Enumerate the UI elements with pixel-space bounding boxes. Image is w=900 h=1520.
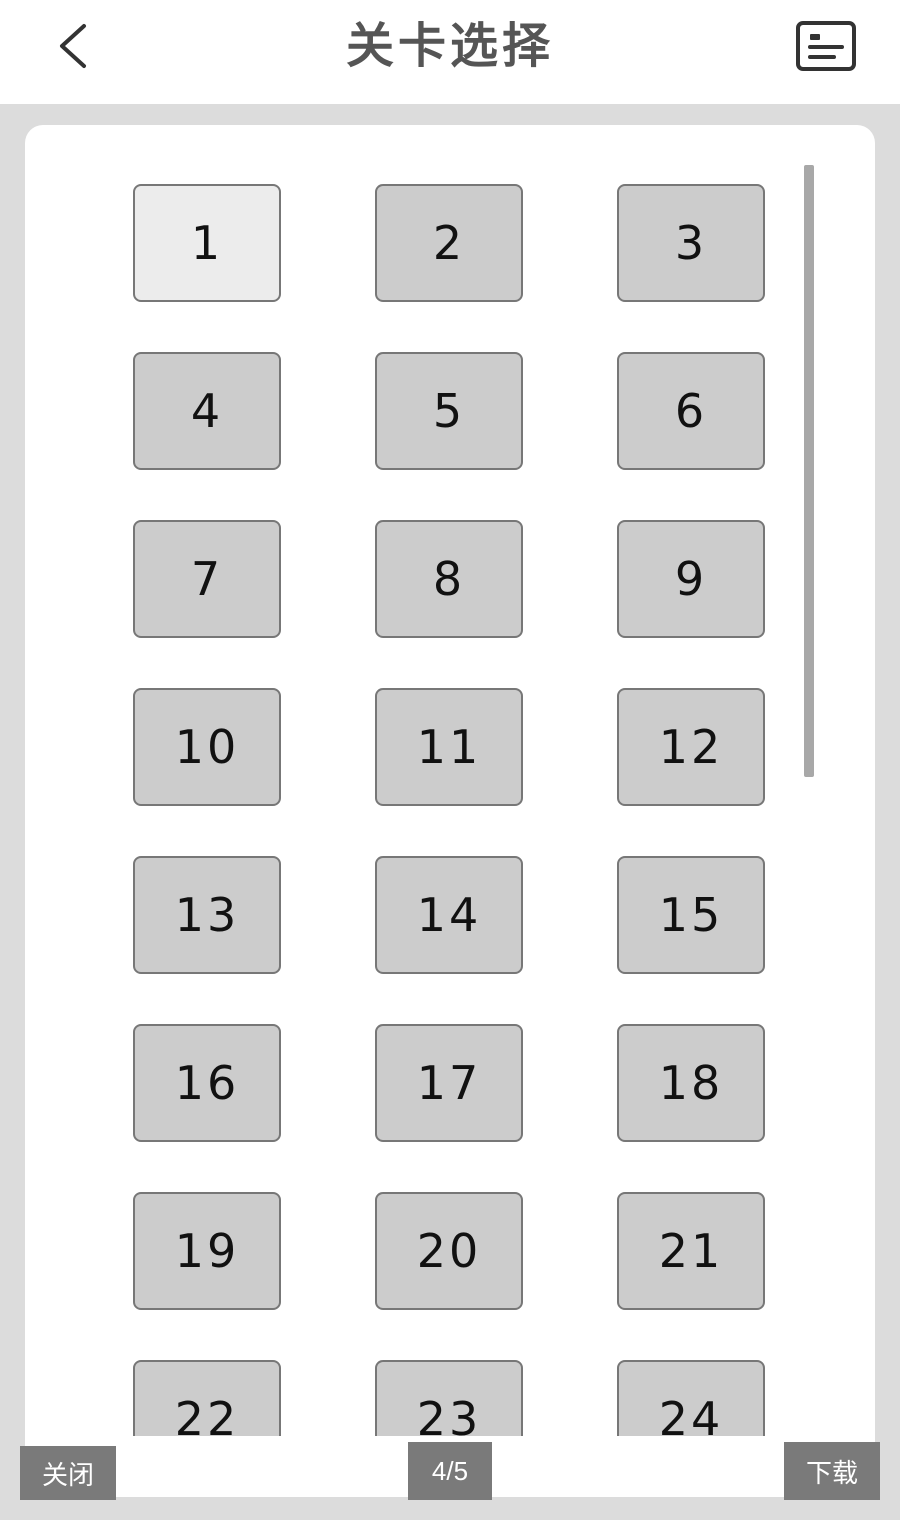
level-tile-8[interactable]: 8 [375, 520, 523, 638]
level-tile-13[interactable]: 13 [133, 856, 281, 974]
page-indicator: 4/5 [408, 1442, 492, 1500]
level-tile-14[interactable]: 14 [375, 856, 523, 974]
level-tile-11[interactable]: 11 [375, 688, 523, 806]
level-tile-12[interactable]: 12 [617, 688, 765, 806]
page-title: 关卡选择 [345, 18, 554, 74]
level-tile-5[interactable]: 5 [375, 352, 523, 470]
level-tile-23[interactable]: 23 [375, 1360, 523, 1436]
chevron-left-icon [60, 24, 86, 68]
level-tile-16[interactable]: 16 [133, 1024, 281, 1142]
level-tile-9[interactable]: 9 [617, 520, 765, 638]
level-tile-10[interactable]: 10 [133, 688, 281, 806]
back-button[interactable] [52, 20, 100, 72]
list-card-icon [796, 21, 856, 71]
level-tile-17[interactable]: 17 [375, 1024, 523, 1142]
level-grid: 1 2 3 4 5 6 7 8 9 10 11 12 13 14 15 16 17 18 19 20 21 22 23 24 [133, 184, 767, 1436]
level-tile-20[interactable]: 20 [375, 1192, 523, 1310]
level-panel: 1 2 3 4 5 6 7 8 9 10 11 12 13 14 15 16 17 18 19 20 21 22 23 24 [25, 125, 875, 1497]
level-tile-7[interactable]: 7 [133, 520, 281, 638]
level-tile-1[interactable]: 1 [133, 184, 281, 302]
menu-button[interactable] [794, 20, 858, 72]
level-tile-4[interactable]: 4 [133, 352, 281, 470]
top-bar: 关卡选择 [0, 0, 900, 104]
level-tile-2[interactable]: 2 [375, 184, 523, 302]
level-grid-viewport[interactable]: 1 2 3 4 5 6 7 8 9 10 11 12 13 14 15 16 17 18 19 20 21 22 23 24 [25, 125, 875, 1436]
level-tile-21[interactable]: 21 [617, 1192, 765, 1310]
level-tile-22[interactable]: 22 [133, 1360, 281, 1436]
level-tile-3[interactable]: 3 [617, 184, 765, 302]
level-tile-19[interactable]: 19 [133, 1192, 281, 1310]
download-button[interactable]: 下载 [784, 1442, 880, 1500]
scrollbar[interactable] [804, 165, 814, 777]
level-tile-24[interactable]: 24 [617, 1360, 765, 1436]
close-button[interactable]: 关闭 [20, 1446, 116, 1500]
level-tile-18[interactable]: 18 [617, 1024, 765, 1142]
level-tile-15[interactable]: 15 [617, 856, 765, 974]
scrollbar-thumb[interactable] [804, 165, 814, 777]
level-tile-6[interactable]: 6 [617, 352, 765, 470]
